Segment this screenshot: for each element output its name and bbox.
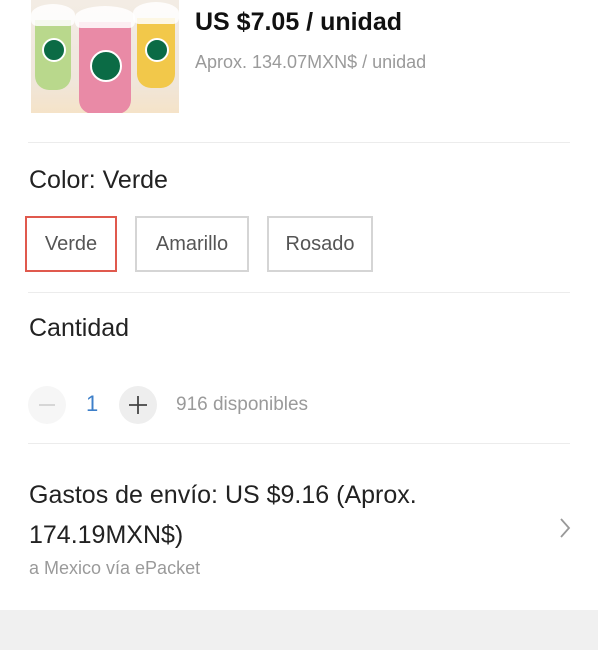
yellow-cup (133, 2, 179, 88)
shipping-cost: Gastos de envío: US $9.16 (Aprox. 174.19… (29, 481, 417, 549)
unit-price-approx: Aprox. 134.07MXN$ / unidad (195, 52, 427, 72)
divider (28, 443, 570, 444)
pink-cup (75, 6, 135, 113)
increase-quantity-button[interactable] (119, 386, 157, 424)
product-options-page: US $7.05 / unidad Aprox. 134.07MXN$ / un… (0, 0, 598, 650)
color-option-rosado[interactable]: Rosado (267, 216, 373, 272)
divider (28, 292, 570, 293)
green-cup (31, 4, 75, 90)
quantity-value[interactable]: 1 (86, 391, 98, 417)
unit-price: US $7.05 / unidad (195, 8, 403, 36)
chevron-right-icon (560, 518, 571, 538)
product-image[interactable] (31, 0, 179, 113)
shipping-row[interactable]: Gastos de envío: US $9.16 (Aprox. 174.19… (0, 445, 598, 610)
color-title: Color: Verde (29, 166, 168, 194)
stock-available: 916 disponibles (176, 394, 309, 415)
color-option-amarillo[interactable]: Amarillo (135, 216, 249, 272)
footer-band (0, 610, 598, 650)
plus-icon (129, 396, 147, 414)
shipping-method: a Mexico vía ePacket (29, 558, 201, 578)
minus-icon (39, 404, 55, 406)
color-option-verde[interactable]: Verde (25, 216, 117, 272)
divider (28, 142, 570, 143)
quantity-title: Cantidad (29, 314, 130, 342)
decrease-quantity-button[interactable] (28, 386, 66, 424)
